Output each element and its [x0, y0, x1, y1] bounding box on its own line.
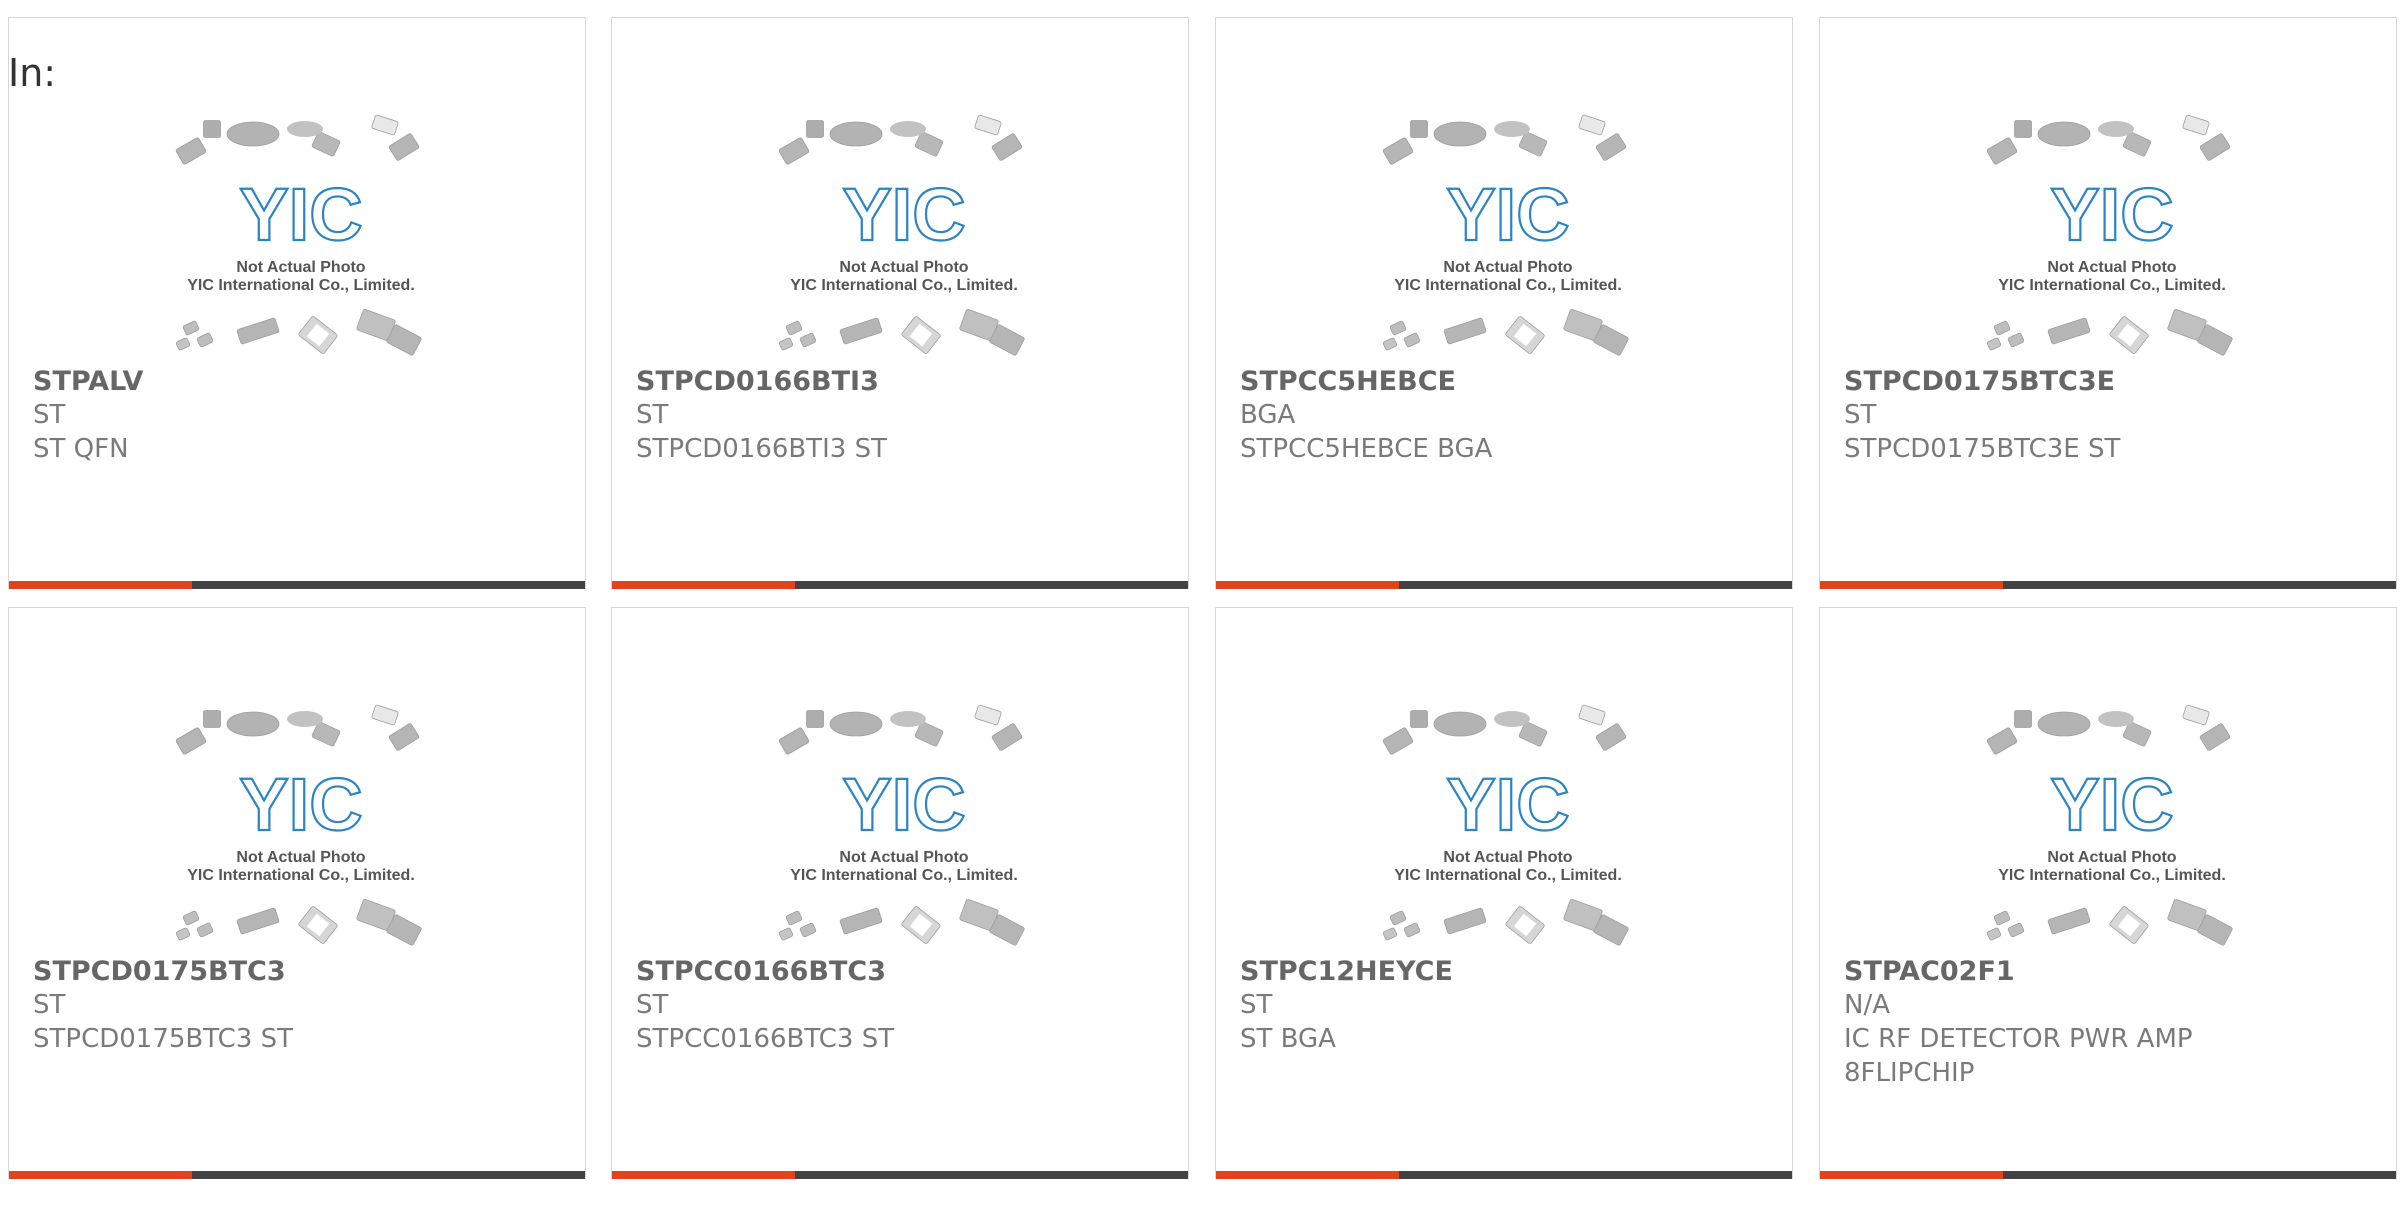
- description: STPCD0175BTC3 ST: [33, 1024, 293, 1054]
- placeholder-company: YIC International Co., Limited.: [1998, 277, 2226, 294]
- chip-icons-top: [1986, 114, 2231, 165]
- product-card[interactable]: YIC Not Actual Photo YIC International Co.…: [1819, 607, 2397, 1179]
- product-card[interactable]: YIC Not Actual Photo YIC International Co.…: [611, 607, 1189, 1179]
- description: STPCC0166BTC3 ST: [636, 1024, 895, 1054]
- chip-icons-top: [1986, 704, 2231, 755]
- yic-logo-icon: YIC: [1446, 173, 1569, 256]
- card-accent-bar: [1216, 581, 1399, 589]
- chip-icons-bottom: [778, 899, 1025, 946]
- part-number[interactable]: STPAC02F1: [1844, 954, 2015, 990]
- card-bottom-bar: [1216, 581, 1792, 589]
- yic-logo-icon: YIC: [239, 763, 362, 846]
- product-row-1: YIC Not Actual Photo YIC International Co.…: [0, 17, 2400, 617]
- card-accent-bar: [9, 581, 192, 589]
- part-number[interactable]: STPCC5HEBCE: [1240, 364, 1456, 400]
- part-number[interactable]: STPCC0166BTC3: [636, 954, 886, 990]
- chip-icons-top: [778, 114, 1023, 165]
- card-bottom-bar: [9, 581, 585, 589]
- card-bottom-bar: [1216, 1171, 1792, 1179]
- chip-icons-top: [778, 704, 1023, 755]
- placeholder-company: YIC International Co., Limited.: [1394, 277, 1622, 294]
- card-bottom-bar: [1820, 1171, 2396, 1179]
- product-placeholder-image: YIC Not Actual PhotoYIC International Co.…: [1382, 704, 1629, 946]
- product-card[interactable]: YIC Not Actual Photo YIC International Co.…: [8, 607, 586, 1179]
- product-placeholder-image: YIC Not Actual PhotoYIC International Co.…: [1382, 114, 1629, 356]
- part-number[interactable]: STPCD0175BTC3: [33, 954, 286, 990]
- part-number[interactable]: STPCD0166BTI3: [636, 364, 879, 400]
- card-accent-bar: [612, 581, 795, 589]
- product-placeholder-image: YIC Not Actual PhotoYIC International Co.…: [778, 704, 1025, 946]
- yic-logo-icon: YIC: [842, 763, 965, 846]
- placeholder-company: YIC International Co., Limited.: [187, 867, 415, 884]
- card-accent-bar: [9, 1171, 192, 1179]
- chip-icons-top: [1382, 704, 1627, 755]
- part-number[interactable]: STPALV: [33, 364, 143, 400]
- yic-logo-icon: YIC: [2050, 763, 2173, 846]
- card-bottom-bar: [612, 581, 1188, 589]
- manufacturer: ST: [636, 990, 669, 1020]
- placeholder-company: YIC International Co., Limited.: [1998, 867, 2226, 884]
- manufacturer: ST: [1844, 400, 1877, 430]
- chip-icons-top: [175, 704, 420, 755]
- card-accent-bar: [1216, 1171, 1399, 1179]
- chip-icons-bottom: [778, 309, 1025, 356]
- chip-icons-bottom: [1986, 899, 2233, 946]
- manufacturer: ST: [636, 400, 669, 430]
- placeholder-caption: Not Actual Photo: [2047, 849, 2176, 866]
- product-placeholder-image: YIC Not Actual PhotoYIC International Co.…: [1986, 114, 2233, 356]
- yic-logo-icon: YIC: [1446, 763, 1569, 846]
- card-accent-bar: [1820, 1171, 2003, 1179]
- product-card[interactable]: YIC Not Actual Photo YIC International Co.…: [8, 17, 586, 589]
- yic-logo-icon: YIC: [2050, 173, 2173, 256]
- chip-icons-bottom: [1382, 309, 1629, 356]
- placeholder-caption: Not Actual Photo: [2047, 259, 2176, 276]
- manufacturer: ST: [33, 990, 66, 1020]
- placeholder-caption: Not Actual Photo: [236, 849, 365, 866]
- product-placeholder-image: YIC Not Actual PhotoYIC International Co.…: [778, 114, 1025, 356]
- description: ST BGA: [1240, 1024, 1336, 1054]
- description: STPCD0166BTI3 ST: [636, 434, 887, 464]
- product-card[interactable]: YIC Not Actual Photo YIC International Co.…: [611, 17, 1189, 589]
- placeholder-company: YIC International Co., Limited.: [1394, 867, 1622, 884]
- placeholder-company: YIC International Co., Limited.: [187, 277, 415, 294]
- placeholder-caption: Not Actual Photo: [1443, 849, 1572, 866]
- placeholder-company: YIC International Co., Limited.: [790, 277, 1018, 294]
- placeholder-caption: Not Actual Photo: [1443, 259, 1572, 276]
- manufacturer: ST: [1240, 990, 1273, 1020]
- placeholder-caption: Not Actual Photo: [236, 259, 365, 276]
- description: ST QFN: [33, 434, 129, 464]
- in-label: In:: [8, 51, 57, 95]
- product-card[interactable]: YIC Not Actual Photo YIC International Co.…: [1819, 17, 2397, 589]
- manufacturer: ST: [33, 400, 66, 430]
- yic-logo-icon: YIC: [842, 173, 965, 256]
- placeholder-caption: Not Actual Photo: [839, 259, 968, 276]
- placeholder-caption: Not Actual Photo: [839, 849, 968, 866]
- card-accent-bar: [1820, 581, 2003, 589]
- card-bottom-bar: [612, 1171, 1188, 1179]
- placeholder-company: YIC International Co., Limited.: [790, 867, 1018, 884]
- card-accent-bar: [612, 1171, 795, 1179]
- product-card[interactable]: YIC Not Actual Photo YIC International Co.…: [1215, 607, 1793, 1179]
- chip-icons-bottom: [175, 309, 422, 356]
- description: IC RF DETECTOR PWR AMP 8FLIPCHIP: [1844, 1024, 2193, 1088]
- chip-icons-top: [1382, 114, 1627, 165]
- manufacturer: N/A: [1844, 990, 1890, 1020]
- product-placeholder-image: YIC Not Actual PhotoYIC International Co.…: [175, 114, 422, 356]
- description: STPCD0175BTC3E ST: [1844, 434, 2121, 464]
- card-bottom-bar: [1820, 581, 2396, 589]
- product-card[interactable]: YIC Not Actual Photo YIC International Co.…: [1215, 17, 1793, 589]
- card-bottom-bar: [9, 1171, 585, 1179]
- chip-icons-bottom: [175, 899, 422, 946]
- chip-icons-top: [175, 114, 420, 165]
- part-number[interactable]: STPCD0175BTC3E: [1844, 364, 2115, 400]
- chip-icons-bottom: [1986, 309, 2233, 356]
- yic-logo-icon: YIC: [239, 173, 362, 256]
- product-row-2: YIC Not Actual Photo YIC International Co.…: [0, 607, 2400, 1207]
- product-placeholder-image: YIC Not Actual PhotoYIC International Co.…: [1986, 704, 2233, 946]
- chip-icons-bottom: [1382, 899, 1629, 946]
- description: STPCC5HEBCE BGA: [1240, 434, 1493, 464]
- product-placeholder-image: YIC Not Actual PhotoYIC International Co.…: [175, 704, 422, 946]
- manufacturer: BGA: [1240, 400, 1296, 430]
- part-number[interactable]: STPC12HEYCE: [1240, 954, 1453, 990]
